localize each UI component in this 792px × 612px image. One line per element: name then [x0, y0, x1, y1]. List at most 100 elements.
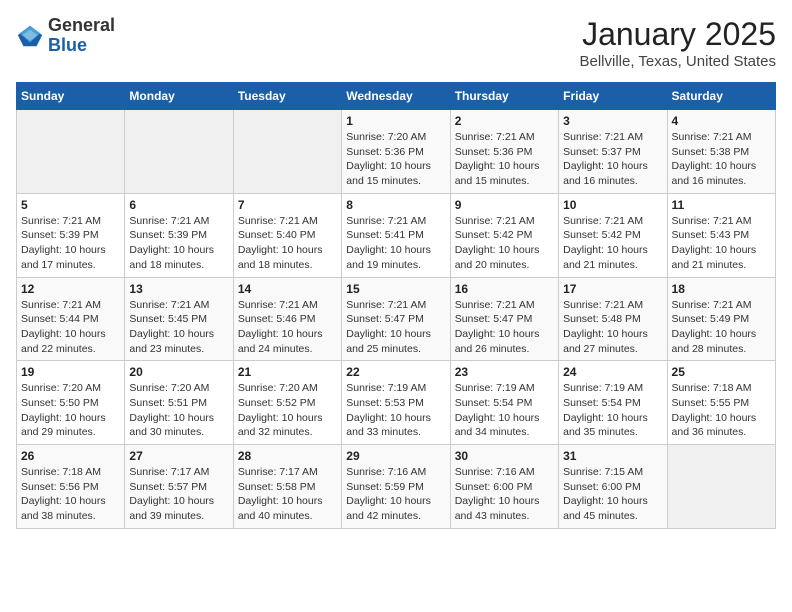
day-cell: 3 Sunrise: 7:21 AM Sunset: 5:37 PM Dayli… [559, 110, 667, 194]
day-number: 7 [238, 198, 337, 212]
day-info: Sunrise: 7:15 AM Sunset: 6:00 PM Dayligh… [563, 465, 662, 524]
logo-text: General Blue [48, 16, 115, 56]
page-title: January 2025 [580, 16, 777, 53]
weekday-friday: Friday [559, 83, 667, 110]
day-cell: 26 Sunrise: 7:18 AM Sunset: 5:56 PM Dayl… [17, 445, 125, 529]
day-cell: 10 Sunrise: 7:21 AM Sunset: 5:42 PM Dayl… [559, 193, 667, 277]
day-cell: 12 Sunrise: 7:21 AM Sunset: 5:44 PM Dayl… [17, 277, 125, 361]
day-number: 18 [672, 282, 771, 296]
day-info: Sunrise: 7:19 AM Sunset: 5:54 PM Dayligh… [455, 381, 554, 440]
page-header: General Blue January 2025 Bellville, Tex… [16, 16, 776, 70]
day-cell: 29 Sunrise: 7:16 AM Sunset: 5:59 PM Dayl… [342, 445, 450, 529]
day-cell: 22 Sunrise: 7:19 AM Sunset: 5:53 PM Dayl… [342, 361, 450, 445]
day-info: Sunrise: 7:16 AM Sunset: 6:00 PM Dayligh… [455, 465, 554, 524]
day-cell: 18 Sunrise: 7:21 AM Sunset: 5:49 PM Dayl… [667, 277, 775, 361]
week-row-1: 1 Sunrise: 7:20 AM Sunset: 5:36 PM Dayli… [17, 110, 776, 194]
day-info: Sunrise: 7:21 AM Sunset: 5:44 PM Dayligh… [21, 298, 120, 357]
day-number: 22 [346, 365, 445, 379]
day-number: 31 [563, 449, 662, 463]
day-number: 1 [346, 114, 445, 128]
day-info: Sunrise: 7:21 AM Sunset: 5:49 PM Dayligh… [672, 298, 771, 357]
day-cell: 17 Sunrise: 7:21 AM Sunset: 5:48 PM Dayl… [559, 277, 667, 361]
day-info: Sunrise: 7:20 AM Sunset: 5:52 PM Dayligh… [238, 381, 337, 440]
day-number: 24 [563, 365, 662, 379]
day-cell: 7 Sunrise: 7:21 AM Sunset: 5:40 PM Dayli… [233, 193, 341, 277]
day-cell: 27 Sunrise: 7:17 AM Sunset: 5:57 PM Dayl… [125, 445, 233, 529]
day-cell: 25 Sunrise: 7:18 AM Sunset: 5:55 PM Dayl… [667, 361, 775, 445]
day-cell: 16 Sunrise: 7:21 AM Sunset: 5:47 PM Dayl… [450, 277, 558, 361]
day-info: Sunrise: 7:21 AM Sunset: 5:39 PM Dayligh… [21, 214, 120, 273]
day-number: 4 [672, 114, 771, 128]
day-number: 27 [129, 449, 228, 463]
day-cell: 31 Sunrise: 7:15 AM Sunset: 6:00 PM Dayl… [559, 445, 667, 529]
day-info: Sunrise: 7:20 AM Sunset: 5:50 PM Dayligh… [21, 381, 120, 440]
day-cell [125, 110, 233, 194]
day-number: 6 [129, 198, 228, 212]
day-info: Sunrise: 7:18 AM Sunset: 5:55 PM Dayligh… [672, 381, 771, 440]
day-info: Sunrise: 7:17 AM Sunset: 5:57 PM Dayligh… [129, 465, 228, 524]
day-info: Sunrise: 7:21 AM Sunset: 5:40 PM Dayligh… [238, 214, 337, 273]
day-number: 17 [563, 282, 662, 296]
day-number: 19 [21, 365, 120, 379]
day-number: 13 [129, 282, 228, 296]
day-number: 29 [346, 449, 445, 463]
day-cell: 20 Sunrise: 7:20 AM Sunset: 5:51 PM Dayl… [125, 361, 233, 445]
weekday-tuesday: Tuesday [233, 83, 341, 110]
logo-icon [16, 22, 44, 50]
day-info: Sunrise: 7:21 AM Sunset: 5:42 PM Dayligh… [563, 214, 662, 273]
day-cell [233, 110, 341, 194]
day-info: Sunrise: 7:21 AM Sunset: 5:46 PM Dayligh… [238, 298, 337, 357]
day-info: Sunrise: 7:20 AM Sunset: 5:36 PM Dayligh… [346, 130, 445, 189]
day-number: 16 [455, 282, 554, 296]
day-info: Sunrise: 7:21 AM Sunset: 5:43 PM Dayligh… [672, 214, 771, 273]
weekday-wednesday: Wednesday [342, 83, 450, 110]
day-cell: 30 Sunrise: 7:16 AM Sunset: 6:00 PM Dayl… [450, 445, 558, 529]
day-cell: 19 Sunrise: 7:20 AM Sunset: 5:50 PM Dayl… [17, 361, 125, 445]
day-info: Sunrise: 7:18 AM Sunset: 5:56 PM Dayligh… [21, 465, 120, 524]
day-number: 9 [455, 198, 554, 212]
day-number: 2 [455, 114, 554, 128]
day-info: Sunrise: 7:21 AM Sunset: 5:38 PM Dayligh… [672, 130, 771, 189]
day-info: Sunrise: 7:21 AM Sunset: 5:45 PM Dayligh… [129, 298, 228, 357]
day-cell [667, 445, 775, 529]
calendar-body: 1 Sunrise: 7:20 AM Sunset: 5:36 PM Dayli… [17, 110, 776, 529]
day-number: 15 [346, 282, 445, 296]
day-info: Sunrise: 7:19 AM Sunset: 5:53 PM Dayligh… [346, 381, 445, 440]
day-number: 20 [129, 365, 228, 379]
day-cell: 4 Sunrise: 7:21 AM Sunset: 5:38 PM Dayli… [667, 110, 775, 194]
weekday-sunday: Sunday [17, 83, 125, 110]
day-number: 23 [455, 365, 554, 379]
day-number: 5 [21, 198, 120, 212]
day-number: 14 [238, 282, 337, 296]
day-info: Sunrise: 7:21 AM Sunset: 5:41 PM Dayligh… [346, 214, 445, 273]
day-number: 26 [21, 449, 120, 463]
day-cell: 11 Sunrise: 7:21 AM Sunset: 5:43 PM Dayl… [667, 193, 775, 277]
day-number: 28 [238, 449, 337, 463]
day-info: Sunrise: 7:21 AM Sunset: 5:39 PM Dayligh… [129, 214, 228, 273]
day-cell: 24 Sunrise: 7:19 AM Sunset: 5:54 PM Dayl… [559, 361, 667, 445]
day-cell: 28 Sunrise: 7:17 AM Sunset: 5:58 PM Dayl… [233, 445, 341, 529]
day-info: Sunrise: 7:19 AM Sunset: 5:54 PM Dayligh… [563, 381, 662, 440]
day-cell: 13 Sunrise: 7:21 AM Sunset: 5:45 PM Dayl… [125, 277, 233, 361]
week-row-2: 5 Sunrise: 7:21 AM Sunset: 5:39 PM Dayli… [17, 193, 776, 277]
title-block: January 2025 Bellville, Texas, United St… [580, 16, 777, 70]
day-number: 30 [455, 449, 554, 463]
day-cell: 6 Sunrise: 7:21 AM Sunset: 5:39 PM Dayli… [125, 193, 233, 277]
calendar-table: SundayMondayTuesdayWednesdayThursdayFrid… [16, 82, 776, 529]
day-number: 10 [563, 198, 662, 212]
day-cell: 21 Sunrise: 7:20 AM Sunset: 5:52 PM Dayl… [233, 361, 341, 445]
day-number: 25 [672, 365, 771, 379]
day-cell [17, 110, 125, 194]
day-info: Sunrise: 7:21 AM Sunset: 5:48 PM Dayligh… [563, 298, 662, 357]
day-cell: 9 Sunrise: 7:21 AM Sunset: 5:42 PM Dayli… [450, 193, 558, 277]
day-number: 8 [346, 198, 445, 212]
day-number: 21 [238, 365, 337, 379]
day-info: Sunrise: 7:21 AM Sunset: 5:47 PM Dayligh… [346, 298, 445, 357]
day-info: Sunrise: 7:21 AM Sunset: 5:47 PM Dayligh… [455, 298, 554, 357]
week-row-3: 12 Sunrise: 7:21 AM Sunset: 5:44 PM Dayl… [17, 277, 776, 361]
day-cell: 15 Sunrise: 7:21 AM Sunset: 5:47 PM Dayl… [342, 277, 450, 361]
day-number: 11 [672, 198, 771, 212]
logo: General Blue [16, 16, 115, 56]
weekday-header-row: SundayMondayTuesdayWednesdayThursdayFrid… [17, 83, 776, 110]
week-row-4: 19 Sunrise: 7:20 AM Sunset: 5:50 PM Dayl… [17, 361, 776, 445]
